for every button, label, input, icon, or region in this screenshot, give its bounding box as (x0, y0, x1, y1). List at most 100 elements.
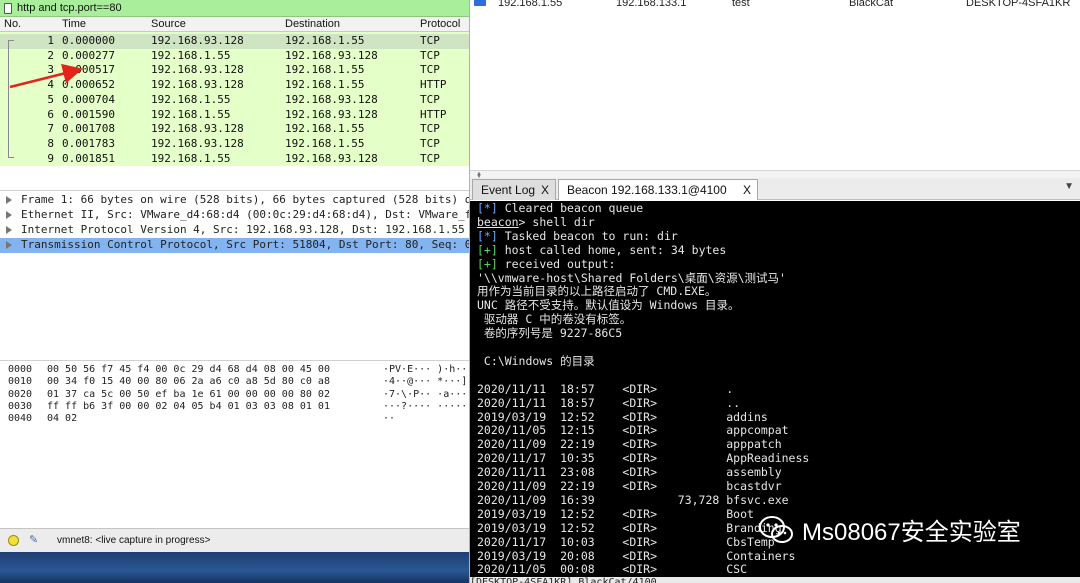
packet-row[interactable]: 7 0.001708 192.168.93.128 192.168.1.55 TCP (0, 122, 469, 137)
packet-row[interactable]: 8 0.001783 192.168.93.128 192.168.1.55 TCP (0, 136, 469, 152)
console-line: UNC 路径不受支持。默认值设为 Windows 目录。 (477, 298, 740, 312)
console-line: C:\Windows 的目录 (477, 354, 595, 368)
packet-row[interactable]: 1 0.000000 192.168.93.128 192.168.1.55 TCP (0, 34, 469, 49)
expand-arrow-icon[interactable] (6, 226, 12, 234)
console-text: 2020/11/11 23:08 <DIR> assembly (477, 465, 782, 480)
column-header-no[interactable]: No. (4, 18, 21, 30)
column-header-source[interactable]: Source (151, 18, 186, 30)
console-line: [+] received output: (477, 257, 615, 271)
packet-row[interactable]: 9 0.001851 192.168.1.55 192.168.93.128 TCP (0, 151, 469, 167)
hex-bytes: 00 50 56 f7 45 f4 00 0c 29 d4 68 d4 08 0… (47, 364, 330, 375)
packet-row[interactable]: 6 0.001590 192.168.1.55 192.168.93.128 HTTP (0, 107, 469, 123)
console-tag: [*] (477, 228, 498, 243)
console-line: [*] Tasked beacon to run: dir (477, 229, 678, 243)
beacon-computer-icon (474, 0, 486, 6)
console-text: 2020/11/09 22:19 <DIR> apppatch (477, 437, 782, 452)
packet-source: 192.168.93.128 (151, 63, 244, 77)
beacon-user: test (732, 0, 750, 9)
hex-ascii: ·PV·E··· )·h···E· (383, 364, 469, 375)
packet-destination: 192.168.93.128 (285, 92, 378, 106)
console-text: 2020/11/05 12:15 <DIR> appcompat (477, 423, 789, 438)
close-icon[interactable]: X (743, 183, 751, 197)
hex-bytes: 04 02 (47, 413, 78, 425)
detail-text: Internet Protocol Version 4, Src: 192.16… (21, 223, 465, 236)
packet-destination: 192.168.1.55 (285, 78, 365, 92)
detail-tree-item[interactable]: Ethernet II, Src: VMware_d4:68:d4 (00:0c… (0, 208, 469, 223)
expert-info-icon[interactable] (8, 535, 19, 546)
detail-tree-item[interactable]: Internet Protocol Version 4, Src: 192.16… (0, 223, 469, 238)
console-line: 2020/11/11 18:57 <DIR> .. (477, 396, 740, 410)
expand-arrow-icon[interactable] (6, 211, 12, 219)
display-filter-input[interactable]: http and tcp.port==80 (17, 2, 122, 14)
beacon-table-row[interactable]: 192.168.1.55 192.168.133.1 test BlackCat… (470, 0, 1080, 12)
hex-offset: 0010 (8, 376, 33, 388)
beacon-status-line: [DESKTOP-4SFA1KR] BlackCat/4100 (470, 577, 1080, 583)
hex-ascii: ·4··@··· *···]··· (383, 376, 469, 388)
hex-row[interactable]: 0030 ff ff b6 3f 00 00 02 04 05 b4 01 03 … (0, 401, 469, 413)
column-header-time[interactable]: Time (62, 18, 86, 30)
packet-protocol: TCP (420, 34, 440, 47)
packet-protocol: TCP (420, 136, 440, 150)
wireshark-window: http and tcp.port==80 No. Time Source De… (0, 0, 470, 583)
detail-text: Frame 1: 66 bytes on wire (528 bits), 66… (21, 193, 470, 206)
detail-tree-item[interactable]: Transmission Control Protocol, Src Port:… (0, 238, 469, 253)
packet-no: 8 (47, 136, 54, 150)
packet-source: 192.168.93.128 (151, 34, 244, 47)
packet-details-pane: Frame 1: 66 bytes on wire (528 bits), 66… (0, 190, 470, 360)
wechat-watermark: Ms08067安全实验室 (758, 512, 1021, 547)
hex-row[interactable]: 0040 04 02 ·· (0, 413, 469, 425)
packet-row[interactable]: 5 0.000704 192.168.1.55 192.168.93.128 TCP (0, 92, 469, 108)
console-text: 2020/11/11 18:57 <DIR> .. (477, 395, 741, 410)
console-text: 卷的序列号是 9227-86C5 (477, 326, 623, 341)
console-prompt: beacon (477, 214, 519, 229)
packet-source: 192.168.93.128 (151, 122, 244, 136)
display-filter-bar[interactable]: http and tcp.port==80 (0, 0, 469, 17)
beacon-hostname: DESKTOP-4SFA1KR (966, 0, 1071, 9)
hex-row[interactable]: 0020 01 37 ca 5c 00 50 ef ba 1e 61 00 00 … (0, 388, 469, 401)
packet-no: 9 (47, 151, 54, 165)
console-line: 2019/03/19 12:52 <DIR> Branding (477, 521, 782, 535)
console-line: beacon> shell dir (477, 215, 595, 229)
capture-comment-icon[interactable]: ✎ (29, 533, 38, 546)
packet-protocol: TCP (420, 92, 440, 106)
beacon-external-ip: 192.168.1.55 (498, 0, 563, 9)
console-line: 2019/03/19 12:52 <DIR> addins (477, 410, 768, 424)
console-line: 2020/11/05 00:08 <DIR> CSC (477, 562, 747, 576)
console-line: 卷的序列号是 9227-86C5 (477, 326, 622, 340)
packet-time: 0.001851 (62, 151, 115, 165)
hex-bytes: 01 37 ca 5c 00 50 ef ba 1e 61 00 00 00 0… (47, 388, 330, 400)
packet-protocol: TCP (420, 48, 440, 62)
bookmark-icon[interactable] (4, 2, 12, 14)
tab-beacon-console[interactable]: Beacon 192.168.133.1@4100 X (558, 179, 758, 200)
tab-menu-icon[interactable]: ▼ (1064, 181, 1074, 192)
packet-time: 0.000704 (62, 92, 115, 106)
packet-bytes-pane: 0000 00 50 56 f7 45 f4 00 0c 29 d4 68 d4 … (0, 360, 469, 528)
packet-no: 2 (47, 48, 54, 62)
console-text: > shell dir (518, 214, 595, 229)
detail-tree-item[interactable]: Frame 1: 66 bytes on wire (528 bits), 66… (0, 193, 470, 208)
close-icon[interactable]: X (541, 183, 549, 197)
hex-bytes: 00 34 f0 15 40 00 80 06 2a a6 c0 a8 5d 8… (47, 376, 330, 388)
packet-protocol: TCP (420, 122, 440, 136)
hex-row[interactable]: 0010 00 34 f0 15 40 00 80 06 2a a6 c0 a8 … (0, 376, 469, 388)
packet-list-header: No. Time Source Destination Protocol (0, 17, 469, 32)
tab-event-log[interactable]: Event Log X (472, 179, 556, 200)
beacon-table-area (470, 12, 1080, 170)
console-text: 用作为当前目录的以上路径启动了 CMD.EXE。 (477, 284, 717, 299)
packet-destination: 192.168.1.55 (285, 34, 365, 47)
expand-arrow-icon[interactable] (6, 196, 12, 204)
packet-protocol: HTTP (420, 107, 447, 121)
column-header-destination[interactable]: Destination (285, 18, 340, 30)
packet-time: 0.001590 (62, 107, 115, 121)
watermark-text: Ms08067安全实验室 (802, 519, 1021, 546)
packet-time: 0.001783 (62, 136, 115, 150)
column-header-protocol[interactable]: Protocol (420, 18, 460, 30)
console-text: C:\Windows 的目录 (477, 353, 595, 368)
expand-arrow-icon[interactable] (6, 241, 12, 249)
pane-splitter[interactable]: ▲ ▼ (470, 170, 1080, 180)
red-arrow-annotation (9, 63, 83, 89)
console-line: 2020/11/17 10:35 <DIR> AppReadiness (477, 451, 809, 465)
console-tag: [+] (477, 256, 498, 271)
hex-row[interactable]: 0000 00 50 56 f7 45 f4 00 0c 29 d4 68 d4 … (0, 364, 469, 376)
desktop-background (0, 552, 469, 583)
